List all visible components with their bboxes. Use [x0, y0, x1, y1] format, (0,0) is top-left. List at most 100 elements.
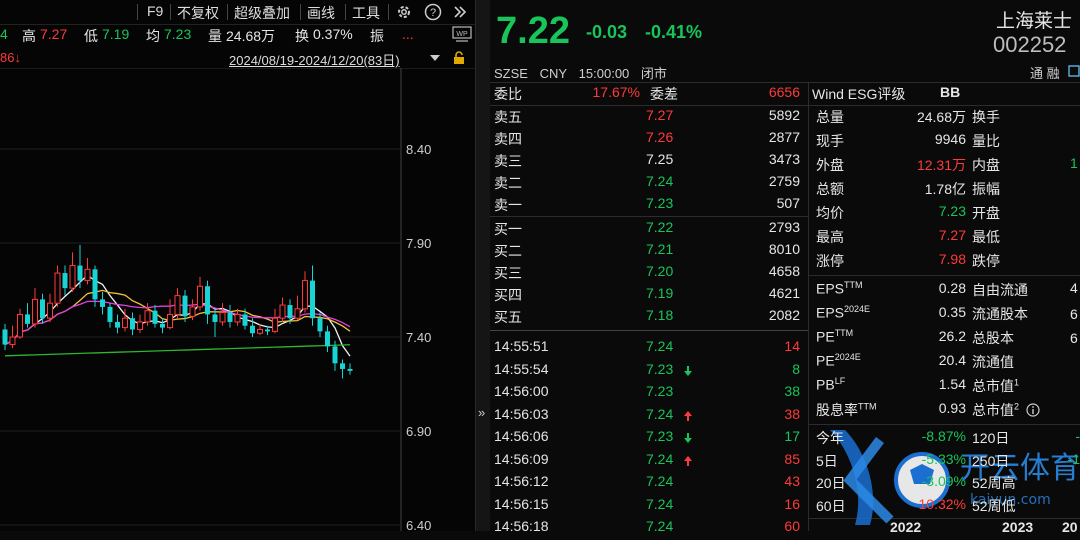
candle-body[interactable]: [212, 314, 218, 322]
order-level-row[interactable]: 卖三 7.25 3473: [494, 151, 804, 173]
candle-body[interactable]: [54, 272, 61, 304]
tick-row[interactable]: 14:55:54 7.23 8: [494, 361, 804, 383]
candle-body[interactable]: [144, 310, 151, 323]
rong-link[interactable]: 融: [1047, 66, 1060, 81]
date-range-selector[interactable]: 2024/08/19-2024/12/20(83日): [229, 50, 400, 69]
panel-collapse-handle[interactable]: »: [475, 0, 491, 531]
fundamental-label-2: 流通股本: [972, 304, 1028, 324]
more-dots[interactable]: ...: [402, 26, 414, 42]
candle-body[interactable]: [332, 346, 338, 364]
candle-body[interactable]: [107, 306, 113, 322]
candle-body[interactable]: [77, 265, 83, 281]
candle-body[interactable]: [197, 285, 203, 308]
double-chevron-right-icon[interactable]: [452, 4, 468, 20]
candle-body[interactable]: [2, 329, 8, 345]
candle-body[interactable]: [287, 305, 293, 319]
candle-body[interactable]: [40, 299, 45, 319]
kline-panel[interactable]: F9 不复权 超级叠加 画线 工具 ? 4 高 7.27 低 7.19 均 7.…: [0, 0, 475, 531]
candle-body[interactable]: [167, 313, 173, 329]
lock-icon[interactable]: [452, 51, 466, 65]
tick-row[interactable]: 14:56:03 7.24 38: [494, 406, 804, 428]
candle-body[interactable]: [25, 314, 30, 324]
candlestick-chart[interactable]: 8.40 7.90 7.40 6.90 6.40: [0, 68, 475, 531]
candle-body[interactable]: [279, 304, 286, 319]
performance-label: 5日: [816, 452, 838, 469]
fundamental-name-2: 自由流通: [972, 282, 1028, 298]
candle-body[interactable]: [115, 321, 120, 328]
help-icon[interactable]: ?: [424, 3, 442, 21]
candle-body[interactable]: [189, 306, 196, 317]
candle-body[interactable]: [219, 312, 226, 323]
wp-icon[interactable]: WP: [452, 26, 472, 43]
tick-row[interactable]: 14:56:18 7.24 60: [494, 518, 804, 540]
candle-body[interactable]: [205, 286, 210, 315]
candle-body[interactable]: [84, 268, 91, 282]
f9-button[interactable]: F9: [147, 3, 163, 19]
candle-body[interactable]: [234, 313, 241, 323]
collapse-arrow-icon[interactable]: »: [478, 405, 485, 420]
candle-body[interactable]: [130, 318, 135, 330]
stat-value: 9946: [934, 131, 966, 147]
order-level-row[interactable]: 卖五 7.27 5892: [494, 107, 804, 129]
candle-body[interactable]: [122, 317, 128, 329]
candle-body[interactable]: [137, 321, 143, 330]
tick-row[interactable]: 14:56:06 7.23 17: [494, 428, 804, 450]
candle-body[interactable]: [310, 280, 315, 319]
tick-row[interactable]: 14:56:15 7.24 16: [494, 496, 804, 518]
candle-body[interactable]: [250, 325, 255, 334]
tick-row[interactable]: 14:56:00 7.23 38: [494, 383, 804, 405]
candle-body[interactable]: [272, 317, 278, 332]
edge-fragment: 1: [1070, 155, 1078, 171]
tools-button[interactable]: 工具: [352, 3, 380, 23]
tick-price: 7.23: [646, 360, 674, 377]
order-level-row[interactable]: 买二 7.21 8010: [494, 241, 804, 263]
order-level-row[interactable]: 卖一 7.23 507: [494, 195, 804, 217]
candle-body[interactable]: [182, 295, 188, 317]
overlay-button[interactable]: 超级叠加: [234, 3, 290, 23]
order-level-row[interactable]: 卖二 7.24 2759: [494, 173, 804, 195]
info-icon[interactable]: [1026, 403, 1040, 417]
candle-body[interactable]: [265, 329, 270, 332]
candle-body[interactable]: [227, 312, 233, 322]
candle-body[interactable]: [152, 310, 158, 324]
candle-body[interactable]: [347, 368, 353, 371]
candle-body[interactable]: [294, 308, 301, 319]
candle-body[interactable]: [69, 265, 76, 289]
fundamental-label-2: 总市值2: [972, 400, 1019, 420]
candle-body[interactable]: [9, 336, 16, 346]
order-level-row[interactable]: 买一 7.22 2793: [494, 219, 804, 241]
dropdown-icon[interactable]: [428, 52, 442, 64]
refresh-icon[interactable]: [1068, 64, 1080, 78]
candle-body[interactable]: [242, 314, 248, 326]
order-level-row[interactable]: 买三 7.20 4658: [494, 263, 804, 285]
candle-body[interactable]: [100, 299, 105, 307]
candle-body[interactable]: [160, 323, 165, 328]
draw-line-button[interactable]: 画线: [307, 3, 335, 23]
candle-body[interactable]: [317, 318, 323, 332]
order-level-price: 7.24: [646, 173, 674, 189]
candle-body[interactable]: [174, 295, 181, 315]
candle-body[interactable]: [47, 302, 53, 319]
tick-row[interactable]: 14:55:51 7.24 14: [494, 338, 804, 360]
adjust-button[interactable]: 不复权: [177, 3, 219, 23]
tick-time: 14:56:18: [494, 518, 549, 534]
candle-body[interactable]: [325, 331, 330, 347]
candle-body[interactable]: [257, 328, 263, 334]
avg-value: 7.23: [164, 26, 192, 42]
candle-body[interactable]: [62, 273, 68, 289]
gear-icon[interactable]: [395, 3, 413, 21]
toolbar-separator: [388, 4, 389, 20]
tick-row[interactable]: 14:56:09 7.24 85: [494, 451, 804, 473]
tong-link[interactable]: 通: [1030, 66, 1043, 81]
candle-body[interactable]: [92, 269, 98, 300]
candle-body[interactable]: [302, 280, 308, 310]
candle-body[interactable]: [340, 363, 345, 369]
order-level-row[interactable]: 买四 7.19 4621: [494, 285, 804, 307]
tick-volume: 14: [784, 338, 800, 354]
tick-row[interactable]: 14:56:12 7.24 43: [494, 473, 804, 495]
order-level-row[interactable]: 卖四 7.26 2877: [494, 129, 804, 151]
candle-body[interactable]: [32, 298, 38, 325]
candle-body[interactable]: [17, 313, 23, 338]
wei-bi-value: 17.67%: [592, 84, 640, 100]
order-level-row[interactable]: 买五 7.18 2082: [494, 307, 804, 329]
